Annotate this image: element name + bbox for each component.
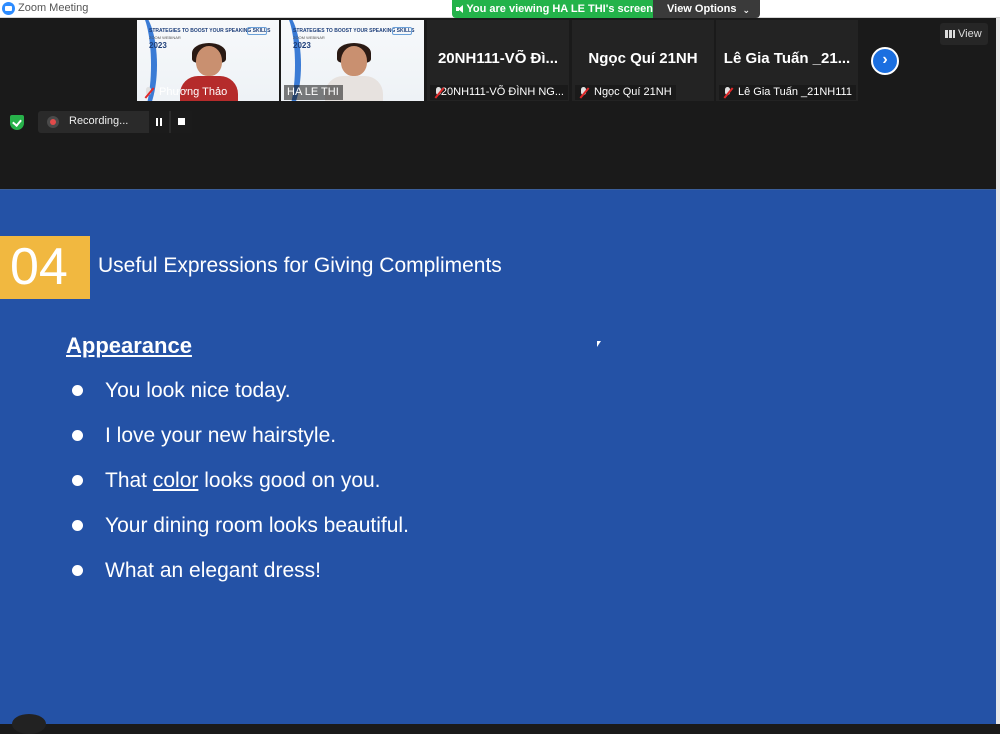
thumbnail-year: 2023 <box>293 41 311 50</box>
list-item: What an elegant dress! <box>70 548 409 593</box>
muted-mic-icon <box>142 86 156 99</box>
view-options-label: View Options <box>667 3 737 15</box>
list-item: You look nice today. <box>70 368 409 413</box>
participant-tile[interactable]: Ngọc Quí 21NH Ngọc Quí 21NH <box>572 20 714 101</box>
title-bar: Zoom Meeting You are viewing HA LE THI's… <box>0 0 1000 18</box>
bullet-text: Your dining room looks beautiful. <box>105 513 409 537</box>
participant-tile[interactable]: 20NH111-VÕ Đì... 20NH111-VÕ ĐÌNH NG... <box>427 20 569 101</box>
stop-recording-button[interactable] <box>171 111 192 133</box>
participant-name-tag: 20NH111-VÕ ĐÌNH NG... <box>430 85 568 100</box>
participant-name-tag: HA LE THI <box>284 85 343 100</box>
view-options-button[interactable]: View Options ⌄ <box>653 0 760 18</box>
participant-tile-active[interactable]: STRATEGIES TO BOOST YOUR SPEAKING SKILLS… <box>281 20 424 101</box>
participant-tile[interactable]: Lê Gia Tuấn _21... Lê Gia Tuấn _21NH111 <box>716 20 858 101</box>
recording-indicator: Recording... <box>38 111 192 133</box>
participant-strip: STRATEGIES TO BOOST YOUR SPEAKING SKILLS… <box>0 18 996 188</box>
thumbnail-year: 2023 <box>149 41 167 50</box>
thumbnail-subtitle: ZOOM WEBINAR <box>149 35 181 40</box>
zoom-logo-icon <box>2 2 15 15</box>
share-message: You are viewing HA LE THI's screen <box>466 3 653 15</box>
share-banner: You are viewing HA LE THI's screen View … <box>452 0 760 18</box>
shared-slide: 04 Useful Expressions for Giving Complim… <box>0 189 996 724</box>
recording-dot-icon <box>47 116 59 128</box>
grid-view-icon <box>945 30 955 38</box>
chevron-right-icon: › <box>882 51 888 68</box>
slide-number: 04 <box>0 236 90 299</box>
bullet-icon <box>72 475 83 486</box>
participant-name: Lê Gia Tuấn _21NH111 <box>738 86 852 98</box>
list-item: I love your new hairstyle. <box>70 413 409 458</box>
bullet-text-pre: That <box>105 468 153 492</box>
bullet-text: You look nice today. <box>105 378 291 402</box>
chevron-down-icon: ⌄ <box>742 5 750 15</box>
participant-name: Phương Thảo <box>159 86 228 98</box>
participant-name-tag: Phương Thảo <box>140 85 231 100</box>
participant-name-tag: Ngọc Quí 21NH <box>575 85 676 100</box>
participant-name: Ngọc Quí 21NH <box>594 86 672 98</box>
list-item: That color looks good on you. <box>70 458 409 503</box>
thumbnail-subtitle: ZOOM WEBINAR <box>293 35 325 40</box>
speaker-icon <box>456 4 464 14</box>
recording-label: Recording... <box>69 115 129 127</box>
list-item: Your dining room looks beautiful. <box>70 503 409 548</box>
muted-mic-icon <box>577 86 591 99</box>
participant-display-name: 20NH111-VÕ Đì... <box>437 50 559 67</box>
participant-name: HA LE THI <box>287 86 339 98</box>
participant-name-tag: Lê Gia Tuấn _21NH111 <box>719 85 856 100</box>
participant-display-name: Lê Gia Tuấn _21... <box>723 50 851 67</box>
mouse-cursor-icon <box>597 341 601 347</box>
view-button-label: View <box>958 28 982 40</box>
participant-display-name: Ngọc Quí 21NH <box>588 50 698 67</box>
bullet-text-post: looks good on you. <box>198 468 381 492</box>
share-status: You are viewing HA LE THI's screen <box>452 0 653 18</box>
view-button[interactable]: View <box>940 23 988 45</box>
muted-mic-icon <box>432 86 441 99</box>
window-edge <box>996 18 1000 724</box>
bullet-text: I love your new hairstyle. <box>105 423 337 447</box>
floating-control-button[interactable] <box>12 714 46 734</box>
window-title: Zoom Meeting <box>18 2 89 14</box>
bullet-icon <box>72 565 83 576</box>
bullet-list: You look nice today. I love your new hai… <box>70 368 409 593</box>
bullet-text-underlined: color <box>152 468 199 492</box>
pause-recording-button[interactable] <box>149 111 169 133</box>
participant-name: 20NH111-VÕ ĐÌNH NG... <box>440 86 564 98</box>
slide-heading: Useful Expressions for Giving Compliment… <box>98 254 502 277</box>
slide-category: Appearance <box>66 333 192 358</box>
bullet-icon <box>72 520 83 531</box>
muted-mic-icon <box>721 86 735 99</box>
security-shield-icon[interactable] <box>10 115 24 130</box>
bullet-icon <box>72 385 83 396</box>
next-page-button[interactable]: › <box>871 47 899 75</box>
bullet-icon <box>72 430 83 441</box>
participant-tile[interactable]: STRATEGIES TO BOOST YOUR SPEAKING SKILLS… <box>137 20 279 101</box>
bullet-text: What an elegant dress! <box>105 558 321 582</box>
